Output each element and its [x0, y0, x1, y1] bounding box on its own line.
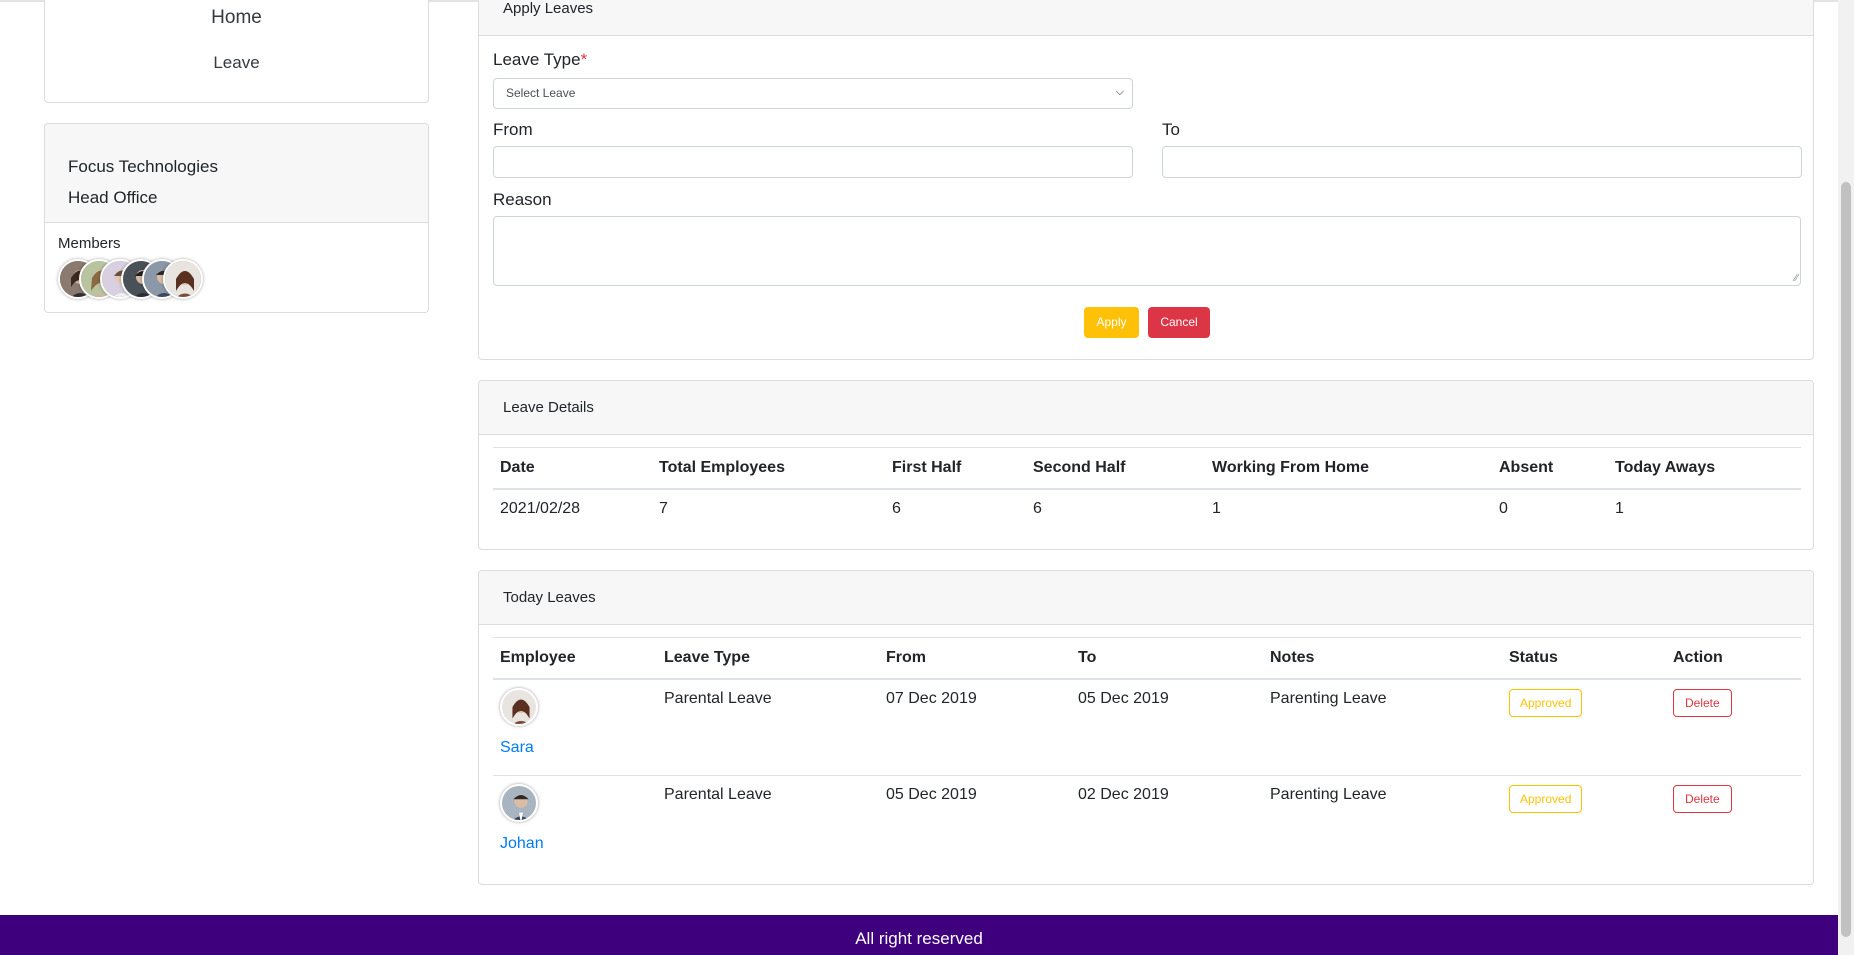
nav-card: Home Leave	[44, 0, 429, 103]
today-leaves-card: Today Leaves Employee Leave Type From To…	[478, 570, 1814, 885]
apply-leaves-title: Apply Leaves	[479, 0, 1813, 36]
to-date-input[interactable]	[1162, 146, 1802, 178]
today-aways-cell: 1	[1615, 499, 1624, 517]
column-header: To	[1071, 637, 1263, 680]
office-name: Head Office	[68, 188, 158, 207]
leave-type-label-text: Leave Type	[493, 50, 581, 69]
employee-name-link[interactable]: Sara	[500, 739, 650, 757]
leave-type-cell: Parental Leave	[657, 775, 879, 873]
from-label: From	[493, 120, 533, 139]
action-cell: Delete	[1666, 679, 1801, 776]
column-header: Second Half	[1026, 447, 1205, 490]
footer: All right reserved	[0, 915, 1838, 955]
delete-button[interactable]: Delete	[1673, 688, 1732, 717]
resize-grip-icon[interactable]: ∕∕	[1795, 273, 1798, 284]
first-half-cell: 6	[892, 499, 901, 517]
nav-home-link[interactable]: Home	[45, 7, 428, 29]
members-label: Members	[58, 235, 121, 252]
today-leaves-table: Employee Leave Type From To Notes Status…	[493, 637, 1801, 873]
page-scrollbar[interactable]	[1838, 0, 1854, 955]
total-employees-cell: 7	[659, 499, 668, 517]
working-from-home-cell: 1	[1212, 499, 1221, 517]
leave-details-card: Leave Details Date Total Employees First…	[478, 380, 1814, 550]
to-cell: 02 Dec 2019	[1071, 775, 1263, 873]
company-name: Focus Technologies	[68, 157, 218, 176]
organization-card: Focus Technologies Head Office Members	[44, 123, 429, 313]
table-row: Johan Parental Leave 05 Dec 2019 02 Dec …	[493, 775, 1801, 873]
column-header: Employee	[493, 637, 657, 680]
date-cell: 2021/02/28	[500, 499, 581, 517]
second-half-cell: 6	[1033, 499, 1042, 517]
status-cell: Approved	[1502, 775, 1666, 873]
column-header: From	[879, 637, 1071, 680]
delete-button[interactable]: Delete	[1673, 785, 1732, 813]
notes-cell: Parenting Leave	[1270, 689, 1387, 707]
column-header: First Half	[885, 447, 1026, 490]
organization-header: Focus Technologies Head Office	[45, 124, 428, 223]
column-header: Action	[1666, 637, 1801, 680]
member-avatar[interactable]	[163, 259, 203, 299]
required-mark: *	[580, 50, 588, 69]
action-cell: Delete	[1666, 775, 1801, 873]
footer-text: All right reserved	[855, 929, 983, 948]
status-badge: Approved	[1509, 688, 1583, 717]
employee-cell: Johan	[493, 775, 657, 873]
leave-details-table: Date Total Employees First Half Second H…	[493, 447, 1801, 531]
reason-label: Reason	[493, 190, 552, 209]
from-cell: 07 Dec 2019	[886, 689, 977, 707]
column-header: Absent	[1492, 447, 1608, 490]
notes-cell: Parenting Leave	[1263, 775, 1502, 873]
leave-type-label: Leave Type*	[493, 50, 587, 70]
absent-cell: 0	[1499, 499, 1508, 517]
status-cell: Approved	[1502, 679, 1666, 776]
column-header: Working From Home	[1205, 447, 1492, 490]
employee-cell: Sara	[493, 679, 657, 776]
nav-leave-link[interactable]: Leave	[45, 53, 428, 73]
leave-details-title: Leave Details	[479, 381, 1813, 435]
column-header: Status	[1502, 637, 1666, 680]
table-row: 2021/02/28 7 6 6 1 0 1	[493, 489, 1801, 531]
status-badge: Approved	[1509, 785, 1583, 813]
column-header: Today Aways	[1608, 447, 1801, 490]
leave-type-cell: Parental Leave	[664, 689, 772, 707]
member-avatars	[58, 259, 428, 303]
leave-type-select[interactable]: Select Leave ⌵	[493, 78, 1133, 109]
table-row: Sara Parental Leave 07 Dec 2019 05 Dec 2…	[493, 679, 1801, 776]
apply-leaves-card: Apply Leaves Leave Type* Select Leave ⌵ …	[478, 0, 1814, 360]
apply-button[interactable]: Apply	[1084, 307, 1139, 338]
column-header: Notes	[1263, 637, 1502, 680]
reason-textarea[interactable]: ∕∕	[493, 216, 1801, 286]
to-label: To	[1162, 120, 1180, 139]
avatar[interactable]	[500, 687, 538, 726]
leave-type-select-value: Select Leave	[506, 86, 576, 100]
chevron-down-icon: ⌵	[1115, 86, 1124, 98]
to-cell: 05 Dec 2019	[1078, 689, 1169, 707]
scrollbar-thumb[interactable]	[1841, 182, 1851, 937]
cancel-button[interactable]: Cancel	[1148, 307, 1210, 338]
employee-name-link[interactable]: Johan	[500, 835, 650, 853]
from-date-input[interactable]	[493, 146, 1133, 178]
column-header: Total Employees	[652, 447, 885, 490]
today-leaves-title: Today Leaves	[479, 571, 1813, 625]
from-cell: 05 Dec 2019	[879, 775, 1071, 873]
avatar[interactable]	[500, 784, 538, 822]
column-header: Date	[493, 447, 652, 490]
column-header: Leave Type	[657, 637, 879, 680]
